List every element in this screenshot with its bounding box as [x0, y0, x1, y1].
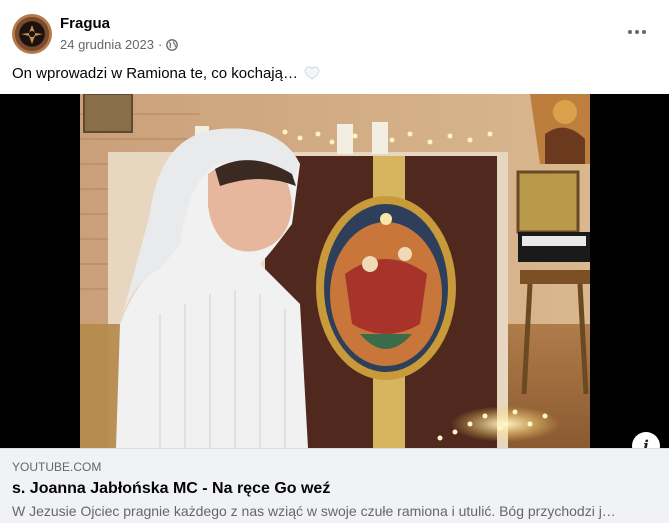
link-description: W Jezusie Ojciec pragnie każdego z nas w… — [12, 503, 616, 519]
caption-text: On wprowadzi w Ramiona te, co kochają… — [12, 65, 298, 82]
author-name[interactable]: Fragua — [60, 15, 110, 32]
post-caption: On wprowadzi w Ramiona te, co kochają… — [12, 65, 320, 82]
post-date[interactable]: 24 grudnia 2023 — [60, 37, 154, 52]
avatar[interactable] — [12, 14, 52, 54]
more-horizontal-icon — [628, 30, 632, 34]
post-card: Fragua 24 grudnia 2023 · On wprowadzi w … — [0, 0, 669, 523]
white-heart-icon — [304, 66, 320, 80]
post-header: Fragua 24 grudnia 2023 · — [0, 0, 669, 60]
thumbnail-image — [0, 94, 669, 448]
more-options-button[interactable] — [619, 20, 655, 44]
video-thumbnail[interactable] — [0, 94, 669, 448]
link-title[interactable]: s. Joanna Jabłońska MC - Na ręce Go weź — [12, 480, 330, 498]
link-domain: YOUTUBE.COM — [12, 460, 102, 474]
link-preview[interactable]: YOUTUBE.COM s. Joanna Jabłońska MC - Na … — [0, 448, 669, 523]
meta-separator: · — [157, 37, 163, 52]
logo-mark — [20, 22, 44, 46]
globe-icon — [166, 38, 179, 51]
post-meta: 24 grudnia 2023 · — [60, 37, 179, 52]
